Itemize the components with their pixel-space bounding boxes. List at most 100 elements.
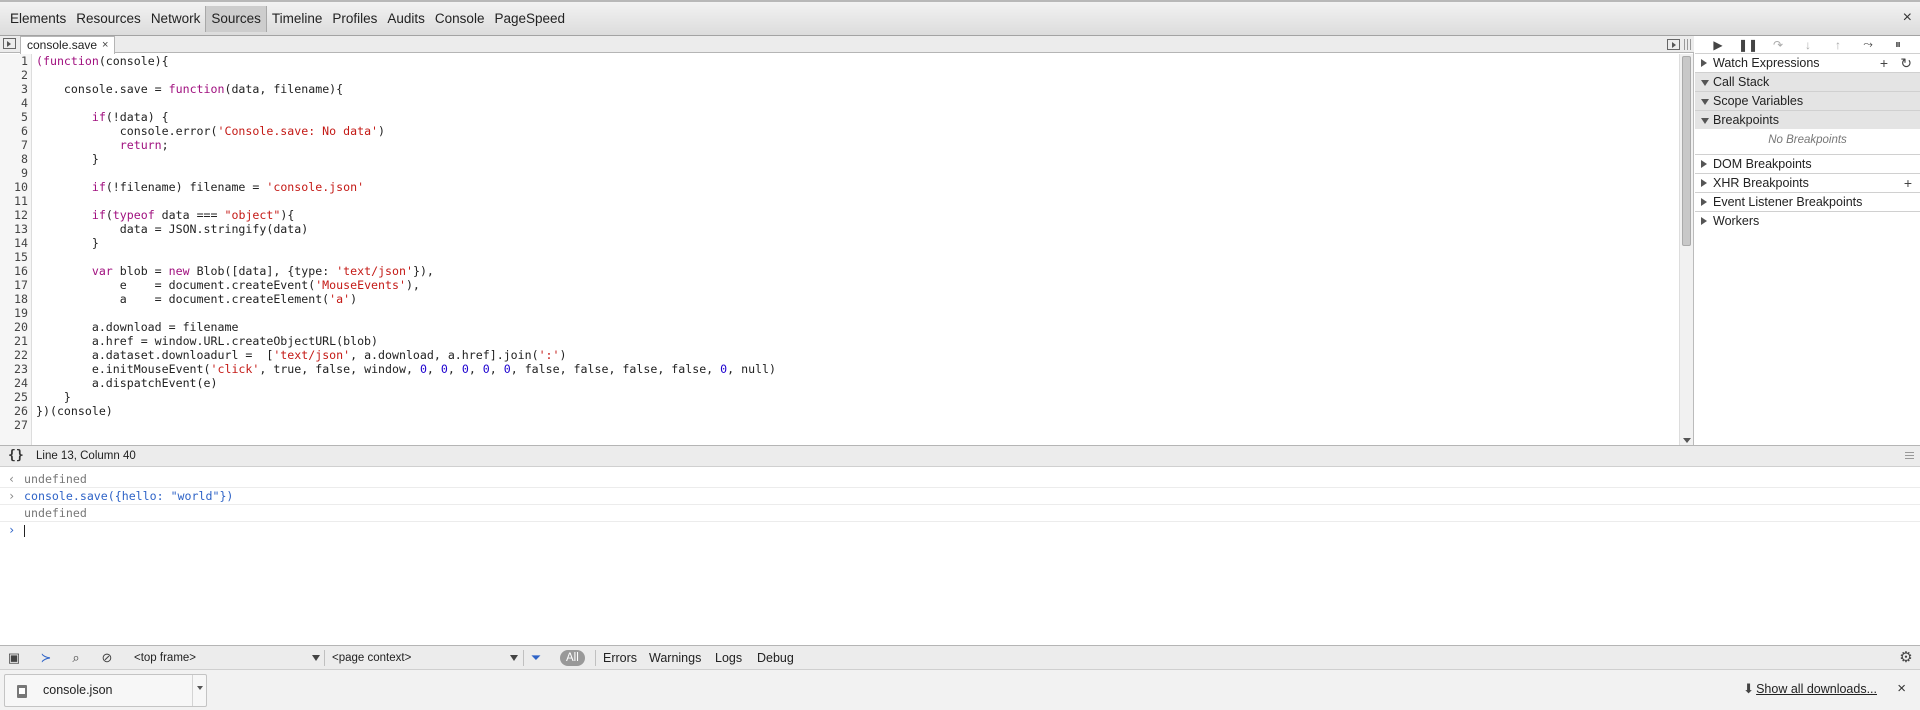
download-menu-chevron-icon[interactable] — [192, 675, 206, 706]
line-number[interactable]: 11 — [0, 194, 28, 208]
scroll-down-icon[interactable] — [1683, 438, 1691, 443]
file-tab[interactable]: console.save × — [20, 36, 116, 54]
line-number[interactable]: 5 — [0, 110, 28, 124]
line-number[interactable]: 8 — [0, 152, 28, 166]
console-drawer[interactable]: ‹ undefined › console.save({hello: "world"}… — [0, 467, 1920, 645]
console-prompt[interactable]: › — [0, 522, 1920, 539]
code-text: var blob = new Blob([data], {type: 'text… — [36, 264, 434, 278]
close-tab-icon[interactable]: × — [102, 37, 108, 54]
toggle-navigator-icon[interactable] — [3, 38, 16, 49]
code-token: } — [36, 236, 99, 250]
code-line: 6 console.error('Console.save: No data') — [0, 124, 1680, 138]
tab-network[interactable]: Network — [146, 6, 206, 32]
line-number[interactable]: 24 — [0, 376, 28, 390]
pane-scope-variables[interactable]: Scope Variables — [1695, 91, 1920, 110]
pane-event-listener-breakpoints[interactable]: Event Listener Breakpoints — [1695, 192, 1920, 211]
line-number[interactable]: 26 — [0, 404, 28, 418]
line-number[interactable]: 9 — [0, 166, 28, 180]
tab-audits[interactable]: Audits — [382, 6, 430, 32]
tab-sources[interactable]: Sources — [205, 6, 267, 32]
line-number[interactable]: 19 — [0, 306, 28, 320]
filter-logs[interactable]: Logs — [715, 650, 742, 666]
line-number[interactable]: 18 — [0, 292, 28, 306]
grip-icon[interactable] — [1684, 39, 1692, 50]
line-number[interactable]: 10 — [0, 180, 28, 194]
line-number[interactable]: 15 — [0, 250, 28, 264]
toggle-debugger-icon[interactable] — [1667, 39, 1680, 50]
line-number[interactable]: 21 — [0, 334, 28, 348]
filter-debug[interactable]: Debug — [757, 650, 794, 666]
download-filename: console.json — [43, 683, 113, 697]
step-into-icon[interactable]: ↓ — [1793, 36, 1823, 53]
resume-icon[interactable]: ▶ — [1703, 36, 1733, 53]
line-number[interactable]: 4 — [0, 96, 28, 110]
close-devtools-icon[interactable]: × — [1903, 9, 1912, 27]
line-number[interactable]: 27 — [0, 418, 28, 432]
filter-errors[interactable]: Errors — [603, 650, 637, 666]
filter-warnings[interactable]: Warnings — [649, 650, 701, 666]
line-number[interactable]: 25 — [0, 390, 28, 404]
code-text: e = document.createEvent('MouseEvents'), — [36, 278, 420, 292]
show-console-icon[interactable]: ≻ — [38, 650, 54, 666]
pane-xhr-breakpoints[interactable]: XHR Breakpoints + — [1695, 173, 1920, 192]
add-icon[interactable]: + — [1880, 54, 1888, 72]
code-text: a.download = filename — [36, 320, 239, 334]
context-select[interactable]: <page context> — [332, 650, 518, 666]
search-icon[interactable]: ⌕ — [68, 650, 84, 666]
pane-workers[interactable]: Workers — [1695, 211, 1920, 230]
filter-icon[interactable]: ⏷ — [528, 650, 544, 666]
line-number[interactable]: 2 — [0, 68, 28, 82]
refresh-icon[interactable]: ↻ — [1900, 54, 1912, 72]
line-number[interactable]: 14 — [0, 236, 28, 250]
tab-profiles[interactable]: Profiles — [327, 6, 382, 32]
pane-watch-expressions[interactable]: Watch Expressions + ↻ — [1695, 53, 1920, 72]
dock-icon[interactable]: ▣ — [6, 650, 22, 666]
clear-console-icon[interactable]: ⊘ — [99, 650, 115, 666]
line-number[interactable]: 17 — [0, 278, 28, 292]
tab-console[interactable]: Console — [430, 6, 490, 32]
code-token: 0 — [440, 362, 448, 376]
code-editor[interactable]: 1 (function(console){2 3 console.save = fu… — [0, 54, 1680, 445]
pane-dom-breakpoints[interactable]: DOM Breakpoints — [1695, 154, 1920, 173]
text-cursor — [24, 525, 25, 537]
pause-icon[interactable]: ❚❚ — [1733, 36, 1763, 53]
scroll-thumb[interactable] — [1682, 56, 1691, 246]
line-number[interactable]: 23 — [0, 362, 28, 376]
frame-select[interactable]: <top frame> — [134, 650, 320, 666]
code-line: 8 } — [0, 152, 1680, 166]
line-number[interactable]: 13 — [0, 222, 28, 236]
pane-call-stack[interactable]: Call Stack — [1695, 72, 1920, 91]
drawer-menu-icon[interactable] — [1905, 452, 1914, 459]
filter-all[interactable]: All — [560, 650, 585, 666]
step-out-icon[interactable]: ↑ — [1823, 36, 1853, 53]
code-token: new — [168, 264, 190, 278]
pretty-print-button[interactable]: {} — [8, 448, 24, 463]
editor-scrollbar[interactable] — [1679, 54, 1693, 445]
download-item[interactable]: console.json — [4, 674, 207, 707]
pane-breakpoints[interactable]: Breakpoints — [1695, 110, 1920, 129]
line-number[interactable]: 22 — [0, 348, 28, 362]
line-number[interactable]: 7 — [0, 138, 28, 152]
line-number[interactable]: 3 — [0, 82, 28, 96]
step-over-icon[interactable]: ↷ — [1763, 36, 1793, 53]
tab-timeline[interactable]: Timeline — [267, 6, 328, 32]
line-number[interactable]: 6 — [0, 124, 28, 138]
add-icon[interactable]: + — [1904, 174, 1912, 192]
code-text: } — [36, 152, 99, 166]
code-token: ){ — [280, 208, 295, 222]
deactivate-breakpoints-icon[interactable]: ⤳ — [1853, 36, 1883, 53]
settings-gear-icon[interactable]: ⚙ — [1898, 650, 1914, 666]
code-token: a.href = window.URL.createObjectURL(blob… — [36, 334, 379, 348]
downloads-shelf: console.json ⬇ Show all downloads... × — [0, 669, 1920, 710]
pause-on-exceptions-icon[interactable]: ⏸ — [1883, 36, 1913, 53]
tab-elements[interactable]: Elements — [5, 6, 71, 32]
line-number[interactable]: 16 — [0, 264, 28, 278]
line-number[interactable]: 12 — [0, 208, 28, 222]
show-all-downloads-link[interactable]: Show all downloads... — [1756, 682, 1877, 696]
tab-pagespeed[interactable]: PageSpeed — [489, 6, 570, 32]
close-shelf-icon[interactable]: × — [1897, 680, 1906, 697]
line-number[interactable]: 1 — [0, 54, 28, 68]
line-number[interactable]: 20 — [0, 320, 28, 334]
code-text: return; — [36, 138, 169, 152]
tab-resources[interactable]: Resources — [71, 6, 146, 32]
